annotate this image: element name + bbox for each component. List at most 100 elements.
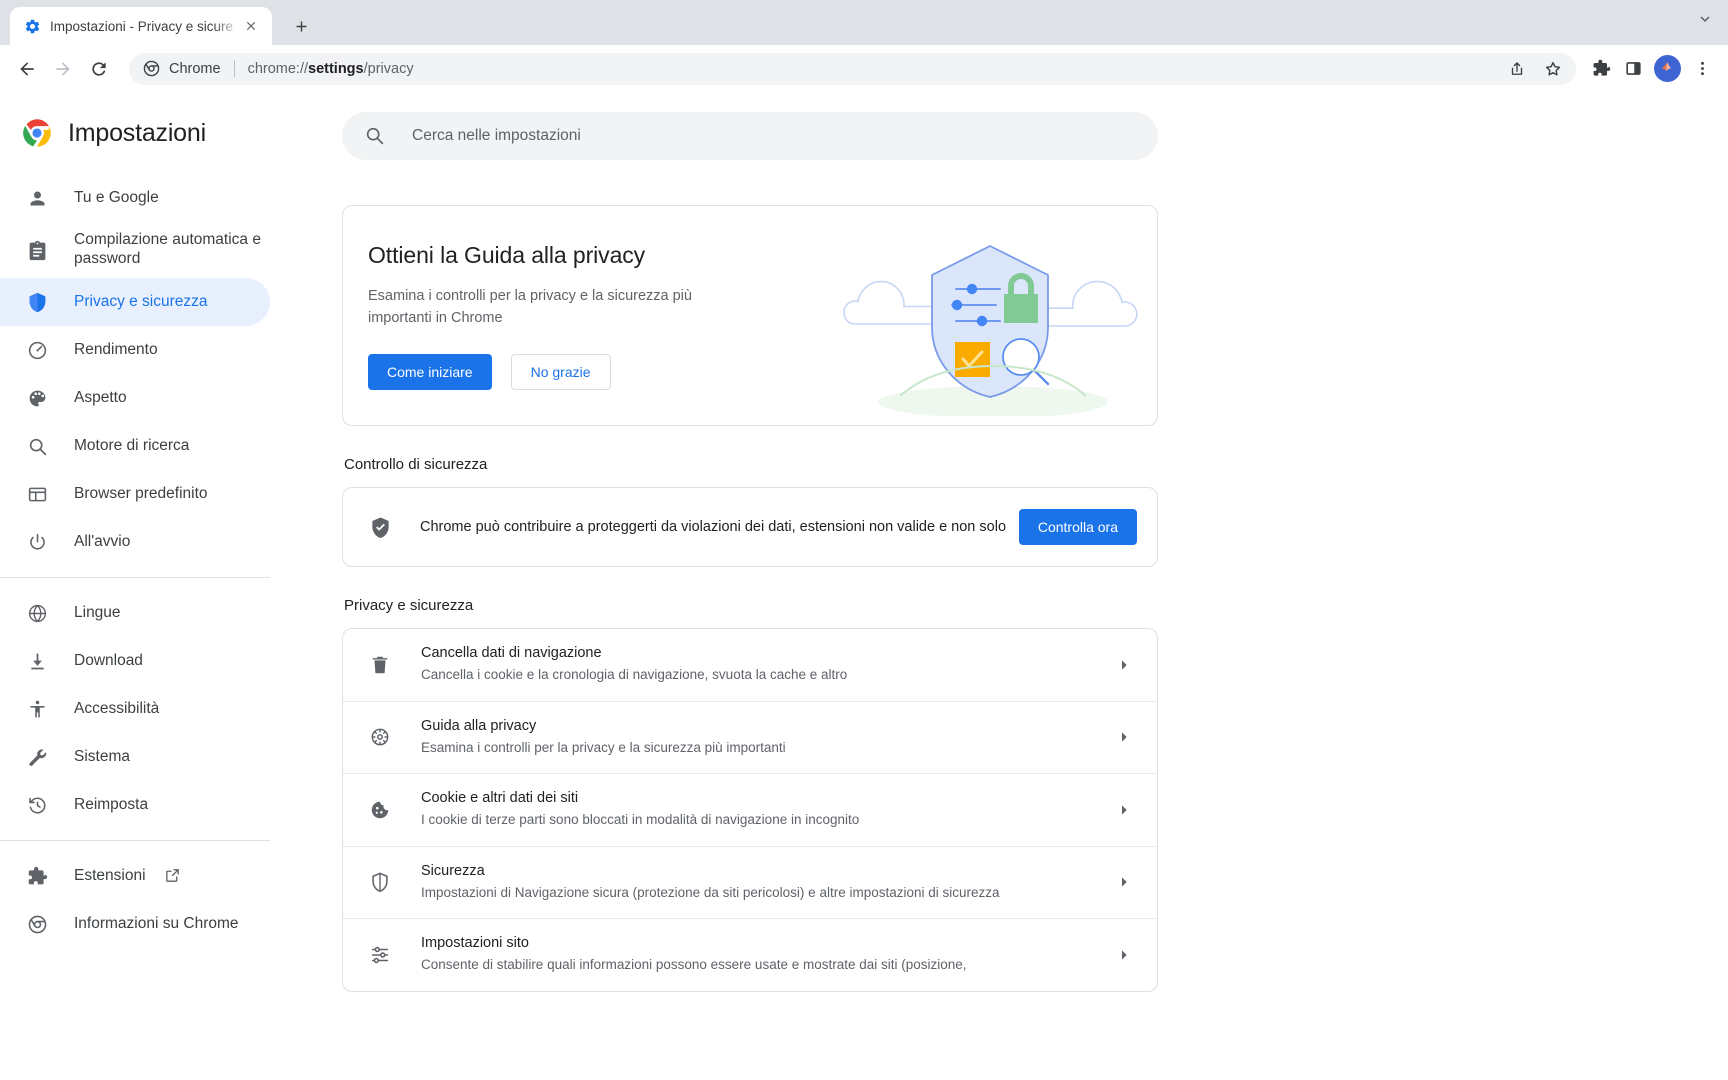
reload-icon[interactable]	[83, 53, 115, 85]
chevron-right-icon[interactable]	[1113, 944, 1135, 966]
row-guida-alla-privacy[interactable]: Guida alla privacy Esamina i controlli p…	[343, 702, 1157, 775]
sidebar-item-sistema[interactable]: Sistema	[0, 733, 270, 781]
settings-brand: Impostazioni	[0, 102, 300, 174]
row-cancella-dati-di-navigazione[interactable]: Cancella dati di navigazione Cancella i …	[343, 629, 1157, 702]
sidebar-item-label: Download	[74, 651, 143, 669]
settings-sidebar: Impostazioni Tu e Google Compilazione au…	[0, 92, 300, 1080]
chevron-right-icon[interactable]	[1113, 726, 1135, 748]
privacy-guide-promo-card: Ottieni la Guida alla privacy Esamina i …	[342, 205, 1158, 426]
window-controls	[1696, 10, 1714, 33]
person-icon	[26, 187, 48, 209]
promo-description: Esamina i controlli per la privacy e la …	[368, 288, 692, 326]
sidebar-item-label: Compilazione automatica e password	[74, 231, 261, 267]
row-title: Impostazioni sito	[421, 935, 529, 952]
shield-icon	[26, 291, 48, 313]
row-body: Impostazioni sito Consente di stabilire …	[421, 935, 1113, 975]
sidebar-item-all-avvio[interactable]: All'avvio	[0, 518, 270, 566]
download-icon	[26, 650, 48, 672]
sidebar-item-label: Accessibilità	[74, 699, 160, 717]
sidebar-item-motore-di-ricerca[interactable]: Motore di ricerca	[0, 422, 270, 470]
search-placeholder: Cerca nelle impostazioni	[412, 127, 581, 144]
no-grazie-button[interactable]: No grazie	[510, 353, 611, 390]
row-impostazioni-sito[interactable]: Impostazioni sito Consente di stabilire …	[343, 919, 1157, 991]
shield-icon	[369, 871, 391, 893]
sidebar-item-label: Lingue	[74, 603, 121, 621]
chevron-right-icon[interactable]	[1113, 871, 1135, 893]
sidebar-item-download[interactable]: Download	[0, 637, 270, 685]
search-input[interactable]: Cerca nelle impostazioni	[342, 112, 1158, 160]
globe-icon	[26, 602, 48, 624]
chevron-right-icon[interactable]	[1113, 799, 1135, 821]
chrome-logo-icon	[22, 118, 52, 148]
safety-check-heading: Controllo di sicurezza	[344, 456, 488, 473]
sidebar-item-label: All'avvio	[74, 532, 131, 550]
clipboard-icon	[26, 239, 48, 261]
row-body: Guida alla privacy Esamina i controlli p…	[421, 718, 1113, 758]
omnibox-divider	[233, 60, 235, 77]
sidebar-item-label: Aspetto	[74, 388, 127, 406]
sidebar-item-label: Informazioni su Chrome	[74, 914, 239, 932]
privacy-settings-card: Cancella dati di navigazione Cancella i …	[342, 628, 1158, 992]
sidebar-item-compilazione-automatica[interactable]: Compilazione automatica e password	[0, 222, 270, 278]
new-tab-button[interactable]	[285, 10, 317, 42]
sidebar-item-label: Privacy e sicurezza	[74, 292, 208, 310]
side-panel-icon[interactable]	[1618, 54, 1648, 84]
wrench-icon	[26, 746, 48, 768]
tab-title: Impostazioni - Privacy e sicure	[50, 18, 234, 34]
sidebar-item-label: Browser predefinito	[74, 484, 208, 502]
forward-arrow-icon[interactable]	[47, 53, 79, 85]
browser-tab[interactable]: Impostazioni - Privacy e sicure	[10, 7, 272, 45]
row-title: Cancella dati di navigazione	[421, 645, 602, 661]
chevron-right-icon[interactable]	[1113, 654, 1135, 676]
external-link-icon	[164, 867, 182, 885]
sidebar-item-label: Estensioni	[74, 866, 146, 884]
url-prefix: chrome://	[247, 60, 309, 77]
come-iniziare-button[interactable]: Come iniziare	[368, 353, 492, 390]
row-cookie-e-altri-dati-dei-siti[interactable]: Cookie e altri dati dei siti I cookie di…	[343, 774, 1157, 847]
row-body: Sicurezza Impostazioni di Navigazione si…	[421, 863, 1113, 903]
controlla-ora-button[interactable]: Controlla ora	[1018, 509, 1137, 545]
settings-page: Impostazioni Tu e Google Compilazione au…	[0, 92, 1728, 1080]
sidebar-item-tu-e-google[interactable]: Tu e Google	[0, 174, 270, 222]
browser-window: Impostazioni - Privacy e sicure Chrome c…	[0, 0, 1728, 1080]
search-icon	[364, 125, 386, 147]
trash-icon	[369, 654, 391, 676]
sidebar-item-accessibilita[interactable]: Accessibilità	[0, 685, 270, 733]
sidebar-item-reimposta[interactable]: Reimposta	[0, 781, 270, 829]
tab-strip: Impostazioni - Privacy e sicure	[0, 0, 1728, 45]
promo-title: Ottieni la Guida alla privacy	[368, 242, 646, 268]
speedometer-icon	[26, 339, 48, 361]
row-body: Cancella dati di navigazione Cancella i …	[421, 645, 1113, 685]
promo-text-block: Ottieni la Guida alla privacy Esamina i …	[343, 206, 803, 425]
three-dot-menu-icon[interactable]	[1687, 54, 1717, 84]
privacy-shield-illustration	[825, 216, 1155, 418]
row-title: Sicurezza	[421, 862, 485, 879]
share-icon[interactable]	[1502, 54, 1532, 84]
profile-avatar[interactable]	[1654, 55, 1681, 82]
star-icon[interactable]	[1538, 54, 1568, 84]
sidebar-item-label: Rendimento	[74, 340, 158, 358]
extensions-puzzle-icon[interactable]	[1586, 54, 1616, 84]
puzzle-icon	[26, 865, 48, 887]
palette-icon	[26, 387, 48, 409]
safety-check-row: Chrome può contribuire a proteggerti da …	[343, 488, 1157, 566]
close-icon[interactable]	[240, 15, 262, 37]
omnibox[interactable]: Chrome chrome://settings/privacy	[129, 52, 1576, 85]
row-sicurezza[interactable]: Sicurezza Impostazioni di Navigazione si…	[343, 847, 1157, 920]
sidebar-item-rendimento[interactable]: Rendimento	[0, 326, 270, 374]
omnibox-actions	[1502, 54, 1568, 84]
url-bold-part: settings	[308, 60, 364, 77]
back-arrow-icon[interactable]	[11, 53, 43, 85]
sidebar-item-informazioni-su-chrome[interactable]: Informazioni su Chrome	[0, 900, 270, 948]
chrome-icon	[143, 60, 160, 77]
sidebar-item-privacy-e-sicurezza[interactable]: Privacy e sicurezza	[0, 278, 270, 326]
row-subtitle: I cookie di terze parti sono bloccati in…	[421, 812, 860, 828]
sidebar-item-lingue[interactable]: Lingue	[0, 589, 270, 637]
chevron-down-icon[interactable]	[1696, 10, 1714, 33]
sidebar-item-label: Reimposta	[74, 795, 149, 813]
sidebar-item-estensioni[interactable]: Estensioni	[0, 852, 270, 900]
page-title: Impostazioni	[68, 118, 206, 147]
sidebar-item-aspetto[interactable]: Aspetto	[0, 374, 270, 422]
sidebar-item-browser-predefinito[interactable]: Browser predefinito	[0, 470, 270, 518]
privacy-section-heading: Privacy e sicurezza	[344, 597, 474, 614]
